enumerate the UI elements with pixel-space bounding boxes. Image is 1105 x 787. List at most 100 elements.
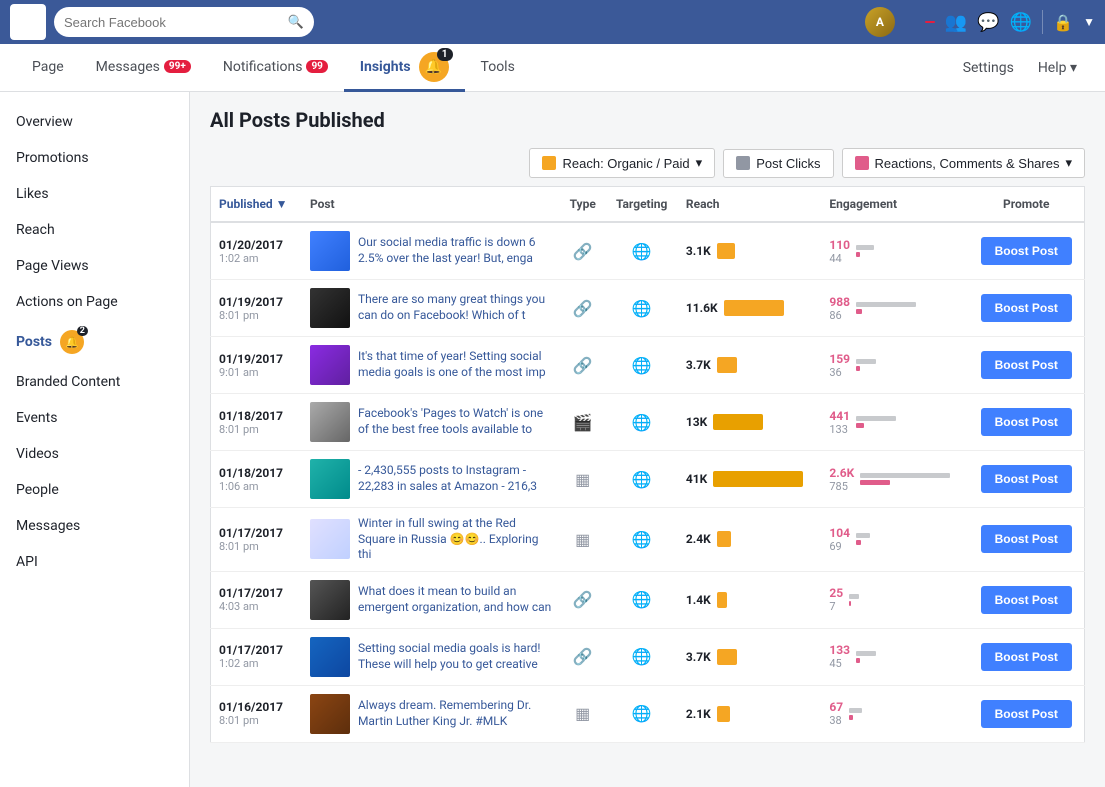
cell-targeting-1: 🌐: [605, 280, 677, 337]
sidebar-item-promotions[interactable]: Promotions: [0, 140, 189, 176]
post-text[interactable]: It's that time of year! Setting social m…: [358, 349, 552, 380]
messenger-icon[interactable]: 💬: [977, 12, 999, 33]
sidebar-item-videos[interactable]: Videos: [0, 436, 189, 472]
boost-post-button[interactable]: Boost Post: [981, 408, 1072, 436]
reach-filter-dot: [542, 156, 556, 170]
engagement-bar-top: [860, 473, 950, 478]
sidebar-item-api[interactable]: API: [0, 544, 189, 580]
page-nav-item-tools[interactable]: Tools: [465, 44, 531, 92]
reach-filter-button[interactable]: Reach: Organic / Paid ▾: [529, 148, 715, 178]
post-text[interactable]: Always dream. Remembering Dr. Martin Lut…: [358, 698, 552, 729]
page-nav-item-messages[interactable]: Messages 99+: [80, 44, 207, 92]
top-nav-right: A 👥 💬 🌐 🔒 ▼: [865, 7, 1095, 37]
reach-value: 3.7K: [686, 358, 711, 372]
cell-targeting-8: 🌐: [605, 685, 677, 742]
cell-targeting-0: 🌐: [605, 222, 677, 280]
sidebar-item-likes[interactable]: Likes: [0, 176, 189, 212]
insights-notif-bell: 🔔 1: [419, 52, 449, 82]
cell-targeting-3: 🌐: [605, 394, 677, 451]
date-value: 01/20/2017: [219, 238, 294, 252]
page-nav-right: Settings Help ▾: [951, 44, 1089, 91]
globe-icon[interactable]: 🌐: [1010, 12, 1032, 33]
boost-post-button[interactable]: Boost Post: [981, 465, 1072, 493]
cell-reach-1: 11.6K: [678, 280, 821, 337]
sidebar-item-people[interactable]: People: [0, 472, 189, 508]
post-thumbnail: [310, 288, 350, 328]
sidebar-item-reach[interactable]: Reach: [0, 212, 189, 248]
insights-label: Insights: [360, 59, 411, 75]
engagement-bar-top: [856, 302, 916, 307]
reach-filter-chevron: ▾: [696, 155, 703, 171]
lock-icon[interactable]: 🔒: [1053, 13, 1073, 32]
boost-post-button[interactable]: Boost Post: [981, 294, 1072, 322]
reach-bar: [717, 592, 727, 608]
avatar: A: [865, 7, 895, 37]
post-preview: Facebook's 'Pages to Watch' is one of th…: [310, 402, 552, 442]
engagement-bar-top: [849, 594, 859, 599]
friends-icon[interactable]: 👥: [945, 12, 967, 33]
page-nav-item-page[interactable]: Page: [16, 44, 80, 92]
post-preview: - 2,430,555 posts to Instagram - 22,283 …: [310, 459, 552, 499]
cell-engagement-3: 441 133: [821, 394, 968, 451]
settings-button[interactable]: Settings: [951, 60, 1026, 76]
sidebar-item-overview[interactable]: Overview: [0, 104, 189, 140]
sidebar: Overview Promotions Likes Reach Page Vie…: [0, 92, 190, 787]
post-text[interactable]: Facebook's 'Pages to Watch' is one of th…: [358, 406, 552, 437]
engagement-bar-top: [856, 651, 876, 656]
fb-logo[interactable]: [10, 4, 46, 40]
engagement-bar-bottom: [856, 309, 862, 314]
post-clicks-filter-button[interactable]: Post Clicks: [723, 149, 833, 178]
engagement-bar-top: [856, 359, 876, 364]
insights-notif-count: 1: [437, 48, 453, 61]
date-value: 01/16/2017: [219, 700, 294, 714]
search-input[interactable]: [64, 15, 282, 30]
table-row: 01/17/2017 4:03 am What does it mean to …: [211, 571, 1085, 628]
page-nav-item-insights[interactable]: Insights 🔔 1: [344, 44, 465, 92]
date-value: 01/18/2017: [219, 466, 294, 480]
sidebar-item-posts[interactable]: Posts 🔔 2: [0, 320, 189, 364]
post-text[interactable]: What does it mean to build an emergent o…: [358, 584, 552, 615]
boost-post-button[interactable]: Boost Post: [981, 586, 1072, 614]
sidebar-item-actions-on-page[interactable]: Actions on Page: [0, 284, 189, 320]
time-value: 8:01 pm: [219, 714, 294, 727]
boost-post-button[interactable]: Boost Post: [981, 525, 1072, 553]
sidebar-item-messages[interactable]: Messages: [0, 508, 189, 544]
post-text[interactable]: Our social media traffic is down 6 2.5% …: [358, 235, 552, 266]
post-text[interactable]: Winter in full swing at the Red Square i…: [358, 516, 552, 563]
sidebar-item-page-views[interactable]: Page Views: [0, 248, 189, 284]
page-nav-item-notifications[interactable]: Notifications 99: [207, 44, 344, 92]
time-value: 8:01 pm: [219, 309, 294, 322]
sidebar-item-events[interactable]: Events: [0, 400, 189, 436]
engagement-top: 110: [829, 238, 850, 252]
cell-engagement-4: 2.6K 785: [821, 451, 968, 508]
boost-post-button[interactable]: Boost Post: [981, 643, 1072, 671]
boost-post-button[interactable]: Boost Post: [981, 351, 1072, 379]
reactions-filter-button[interactable]: Reactions, Comments & Shares ▾: [842, 148, 1086, 178]
cell-promote-4: Boost Post: [969, 451, 1085, 508]
help-button[interactable]: Help ▾: [1026, 60, 1089, 76]
time-value: 4:03 am: [219, 600, 294, 613]
post-text[interactable]: - 2,430,555 posts to Instagram - 22,283 …: [358, 463, 552, 494]
reach-bar: [717, 649, 737, 665]
post-text[interactable]: There are so many great things you can d…: [358, 292, 552, 323]
post-text[interactable]: Setting social media goals is hard! Thes…: [358, 641, 552, 672]
cell-post-1: There are so many great things you can d…: [302, 280, 560, 337]
cell-targeting-6: 🌐: [605, 571, 677, 628]
table-row: 01/19/2017 8:01 pm There are so many gre…: [211, 280, 1085, 337]
chevron-down-icon[interactable]: ▼: [1083, 15, 1095, 29]
col-reach: Reach: [678, 187, 821, 223]
cell-promote-6: Boost Post: [969, 571, 1085, 628]
col-published[interactable]: Published ▼: [211, 187, 302, 223]
engagement-bottom: 44: [829, 252, 850, 265]
reach-value: 13K: [686, 415, 707, 429]
engagement-bottom: 785: [829, 480, 854, 493]
sidebar-item-branded-content[interactable]: Branded Content: [0, 364, 189, 400]
cell-targeting-2: 🌐: [605, 337, 677, 394]
engagement-bar-bottom: [856, 252, 860, 257]
reactions-chevron: ▾: [1065, 155, 1072, 171]
post-thumbnail: [310, 459, 350, 499]
cell-reach-0: 3.1K: [678, 222, 821, 280]
post-preview: Setting social media goals is hard! Thes…: [310, 637, 552, 677]
boost-post-button[interactable]: Boost Post: [981, 237, 1072, 265]
boost-post-button[interactable]: Boost Post: [981, 700, 1072, 728]
